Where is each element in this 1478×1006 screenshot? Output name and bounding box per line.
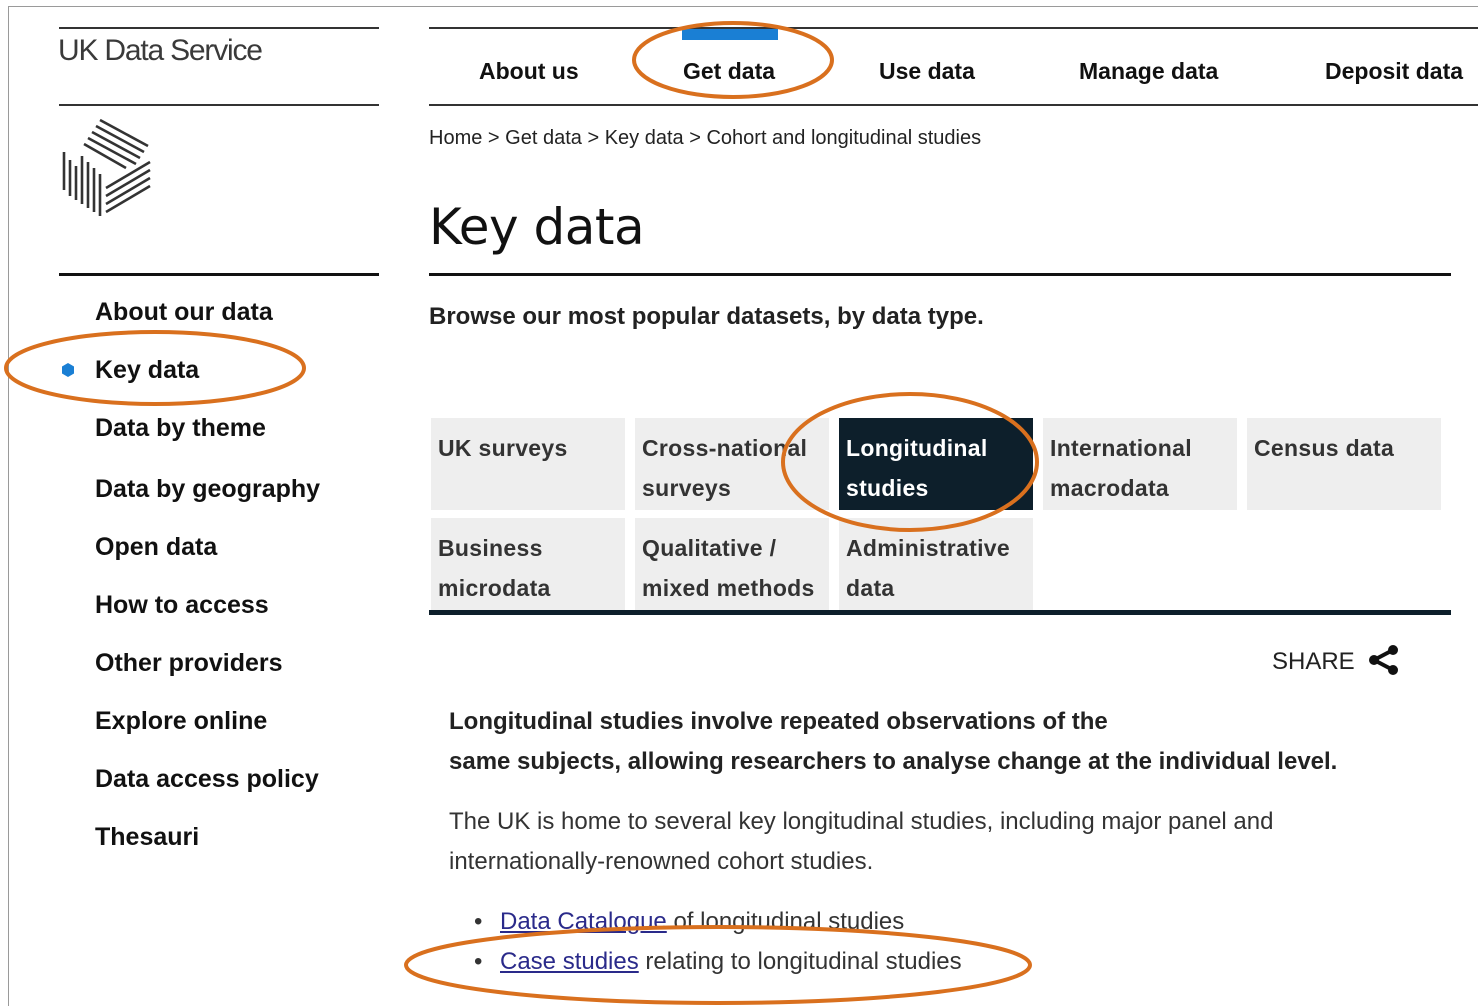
top-nav-deposit-data[interactable]: Deposit data: [1325, 58, 1463, 85]
lead-line: same subjects, allowing researchers to a…: [449, 748, 1338, 775]
side-nav-thesauri[interactable]: Thesauri: [95, 823, 199, 852]
side-nav-data-by-theme[interactable]: Data by theme: [95, 414, 266, 443]
top-nav-active-indicator: [682, 29, 778, 40]
tab-uk-surveys[interactable]: UK surveys: [431, 418, 625, 510]
tab-label: UK surveys: [438, 435, 568, 461]
tab-label: Cross-national: [642, 435, 808, 461]
brand-rule-top: [59, 27, 379, 29]
link-suffix: relating to longitudinal studies: [638, 948, 962, 975]
breadcrumb-separator: >: [587, 127, 605, 149]
side-nav-rule: [59, 273, 379, 276]
screenshot-frame-top: [8, 6, 1478, 7]
lead-paragraph: Longitudinal studies involve repeated ob…: [449, 702, 1337, 782]
breadcrumb-separator: >: [689, 127, 707, 149]
top-nav-get-data[interactable]: Get data: [683, 58, 775, 85]
resource-links: • Data Catalogue of longitudinal studies…: [470, 902, 962, 982]
tab-cross-national-surveys[interactable]: Cross-national surveys: [635, 418, 829, 510]
ukds-cube-logo-icon[interactable]: [56, 116, 156, 222]
side-nav-data-access-policy[interactable]: Data access policy: [95, 765, 319, 794]
tab-label: mixed methods: [642, 575, 815, 601]
tab-label: data: [846, 575, 895, 601]
breadcrumb-separator: >: [487, 127, 506, 149]
tab-census-data[interactable]: Census data: [1247, 418, 1441, 510]
tab-label: surveys: [642, 475, 732, 501]
side-nav-data-by-geography[interactable]: Data by geography: [95, 475, 320, 504]
breadcrumb-key-data[interactable]: Key data: [605, 127, 684, 149]
tab-administrative-data[interactable]: Administrative data: [839, 518, 1033, 610]
page-intro: Browse our most popular datasets, by dat…: [429, 303, 984, 330]
top-nav-rule-bottom: [429, 104, 1478, 106]
top-nav-use-data[interactable]: Use data: [879, 58, 975, 85]
tab-label: macrodata: [1050, 475, 1170, 501]
brand-rule-bottom: [59, 104, 379, 106]
screenshot-frame-left: [8, 6, 9, 1006]
top-nav-rule-top: [429, 27, 1478, 29]
tab-label: Longitudinal: [846, 435, 988, 461]
active-bullet-icon: [62, 363, 74, 377]
side-nav-explore-online[interactable]: Explore online: [95, 707, 267, 736]
tab-business-microdata[interactable]: Business microdata: [431, 518, 625, 610]
side-nav-key-data[interactable]: Key data: [95, 356, 199, 385]
tab-longitudinal-studies[interactable]: Longitudinal studies: [839, 418, 1033, 510]
body-line: The UK is home to several key longitudin…: [449, 808, 1274, 835]
title-rule: [429, 273, 1451, 276]
side-nav-other-providers[interactable]: Other providers: [95, 649, 283, 678]
bullet: •: [474, 908, 483, 935]
lead-line: Longitudinal studies involve repeated ob…: [449, 708, 1108, 735]
side-nav-how-to-access[interactable]: How to access: [95, 591, 269, 620]
page-title: Key data: [429, 198, 645, 256]
breadcrumb-get-data[interactable]: Get data: [505, 127, 582, 149]
brand-name[interactable]: UK Data Service: [58, 34, 263, 68]
case-studies-link[interactable]: Case studies: [500, 948, 639, 975]
body-paragraph: The UK is home to several key longitudin…: [449, 802, 1273, 882]
share-button[interactable]: SHARE: [1272, 648, 1355, 676]
tab-label: International: [1050, 435, 1192, 461]
tab-label: Business: [438, 535, 543, 561]
top-nav-about-us[interactable]: About us: [479, 58, 579, 85]
breadcrumb: Home > Get data > Key data > Cohort and …: [429, 127, 981, 150]
data-catalogue-link[interactable]: Data Catalogue: [500, 908, 667, 935]
list-item: • Case studies relating to longitudinal …: [470, 942, 962, 982]
link-suffix: of longitudinal studies: [666, 908, 905, 935]
tab-label: studies: [846, 475, 929, 501]
tab-international-macrodata[interactable]: International macrodata: [1043, 418, 1237, 510]
body-line: internationally-renowned cohort studies.: [449, 848, 874, 875]
tab-label: Qualitative /: [642, 535, 777, 561]
tab-qualitative-mixed-methods[interactable]: Qualitative / mixed methods: [635, 518, 829, 610]
breadcrumb-current: Cohort and longitudinal studies: [706, 127, 982, 149]
breadcrumb-home[interactable]: Home: [429, 127, 482, 149]
list-item: • Data Catalogue of longitudinal studies: [470, 902, 962, 942]
side-nav-open-data[interactable]: Open data: [95, 533, 217, 562]
share-icon[interactable]: [1366, 644, 1400, 676]
side-nav-about-our-data[interactable]: About our data: [95, 298, 273, 327]
tab-label: microdata: [438, 575, 551, 601]
bullet: •: [474, 948, 483, 975]
tab-label: Census data: [1254, 435, 1395, 461]
tab-label: Administrative: [846, 535, 1010, 561]
top-nav-manage-data[interactable]: Manage data: [1079, 58, 1218, 85]
tabs-bottom-rule: [429, 610, 1451, 615]
